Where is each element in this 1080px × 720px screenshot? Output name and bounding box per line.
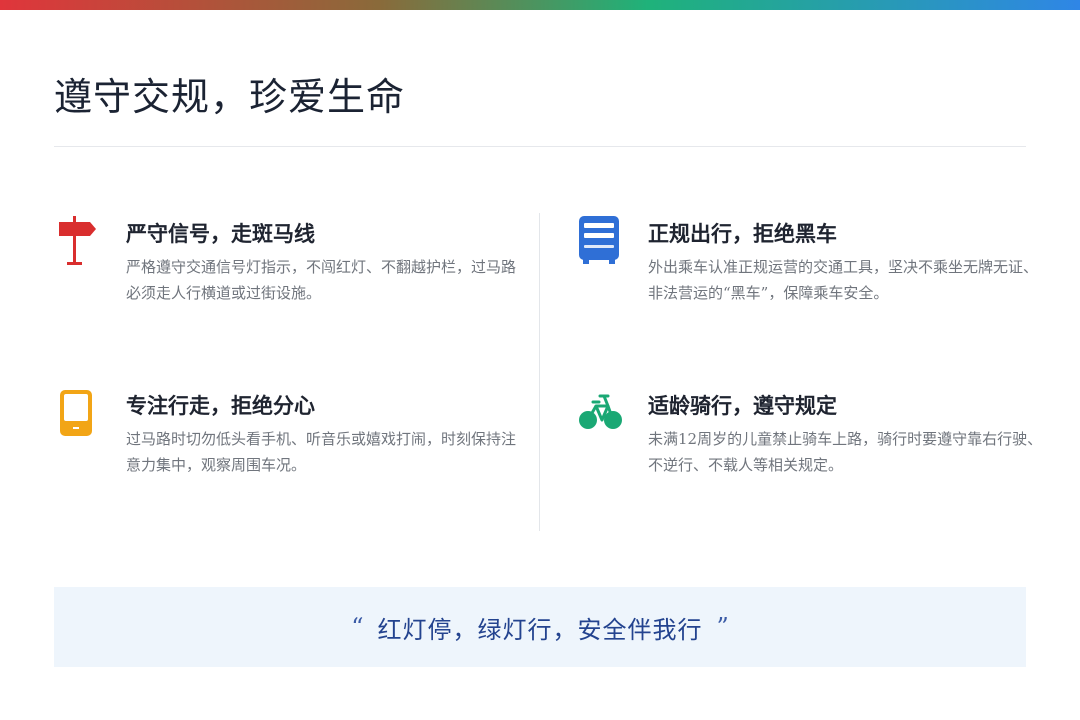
tip-description: 外出乘车认准正规运营的交通工具，坚决不乘坐无牌无证、非法营运的“黑车”，保障乘车… bbox=[648, 258, 1039, 302]
open-quote-mark: “ bbox=[351, 613, 364, 641]
tip-title: 专注行走，拒绝分心 bbox=[126, 393, 315, 418]
bus-icon bbox=[578, 214, 622, 266]
signpost-icon bbox=[56, 214, 100, 266]
bicycle-icon bbox=[578, 386, 622, 438]
tip-description: 未满12周岁的儿童禁止骑车上路，骑行时要遵守靠右行驶、不逆行、不载人等相关规定。 bbox=[648, 430, 1043, 474]
tip-title: 适龄骑行，遵守规定 bbox=[648, 393, 837, 418]
column-divider bbox=[539, 213, 540, 531]
tip-title: 严守信号，走斑马线 bbox=[126, 221, 315, 246]
title-divider bbox=[54, 146, 1026, 147]
page-title: 遵守交规，珍爱生命 bbox=[54, 75, 406, 119]
tip-title: 正规出行，拒绝黑车 bbox=[648, 221, 837, 246]
top-gradient-bar bbox=[0, 0, 1080, 10]
tip-description: 严格遵守交通信号灯指示，不闯红灯、不翻越护栏，过马路必须走人行横道或过街设施。 bbox=[126, 258, 517, 302]
phone-icon bbox=[56, 386, 100, 438]
tip-description: 过马路时切勿低头看手机、听音乐或嬉戏打闹，时刻保持注意力集中，观察周围车况。 bbox=[126, 430, 517, 474]
slogan-box: “ 红灯停，绿灯行，安全伴我行 ” bbox=[54, 587, 1026, 667]
slogan-text: 红灯停，绿灯行，安全伴我行 bbox=[377, 615, 703, 644]
close-quote-mark: ” bbox=[716, 613, 729, 641]
